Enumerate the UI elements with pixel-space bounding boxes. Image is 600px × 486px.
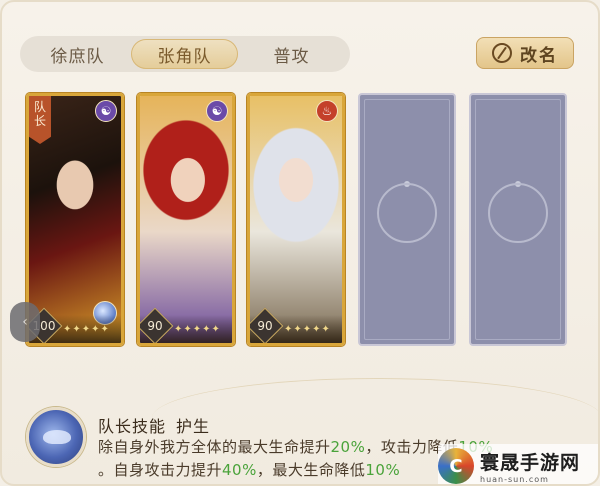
faction-icon: ☯ (206, 100, 228, 122)
star-rating: ✦✦✦✦✦ (174, 324, 221, 335)
star-rating: ✦✦✦✦✦ (284, 324, 331, 335)
side-scroll-handle[interactable]: ‹ (10, 302, 40, 342)
leader-tag: 队长 (29, 96, 51, 144)
brush-icon (492, 43, 512, 63)
team-panel: 徐庶队 张角队 普攻 改名 队长 ☯ 100 ✦✦✦✦✦ ☯ 90 ✦✦✦✦✦ … (0, 0, 600, 486)
tab-zhangjiao-team[interactable]: 张角队 (131, 39, 238, 69)
empty-slot-ring (488, 183, 548, 243)
fire-faction-icon: ♨ (316, 100, 338, 122)
skill-title: 队长技能 护生 (98, 417, 211, 436)
watermark-url: huan-sun.com (480, 475, 549, 484)
empty-slot-5[interactable] (469, 93, 567, 346)
rename-button[interactable]: 改名 (476, 37, 574, 69)
rename-label: 改名 (520, 45, 558, 66)
character-card-3[interactable]: ♨ 90 ✦✦✦✦✦ (247, 93, 345, 346)
tab-xushu-team[interactable]: 徐庶队 (24, 39, 131, 69)
character-card-1[interactable]: 队长 ☯ 100 ✦✦✦✦✦ (26, 93, 124, 346)
team-tabs: 徐庶队 张角队 普攻 (20, 36, 350, 72)
character-portrait (250, 96, 342, 343)
site-watermark: 寰晟手游网 huan-sun.com (438, 444, 598, 484)
skill-description-line-1: 除自身外我方全体的最大生命提升20%，攻击力降低10% (98, 438, 493, 456)
site-logo-icon (438, 448, 474, 484)
empty-slot-ring (377, 183, 437, 243)
faction-icon: ☯ (95, 100, 117, 122)
leader-skill-icon (26, 407, 86, 467)
star-rating: ✦✦✦✦✦ (63, 324, 110, 335)
character-portrait (140, 96, 232, 343)
tab-normal-attack[interactable]: 普攻 (238, 39, 345, 69)
character-card-2[interactable]: ☯ 90 ✦✦✦✦✦ (137, 93, 235, 346)
empty-slot-4[interactable] (358, 93, 456, 346)
watermark-name: 寰晟手游网 (480, 452, 581, 474)
skill-description-line-2: 。自身攻击力提升40%，最大生命降低10% (98, 461, 401, 479)
